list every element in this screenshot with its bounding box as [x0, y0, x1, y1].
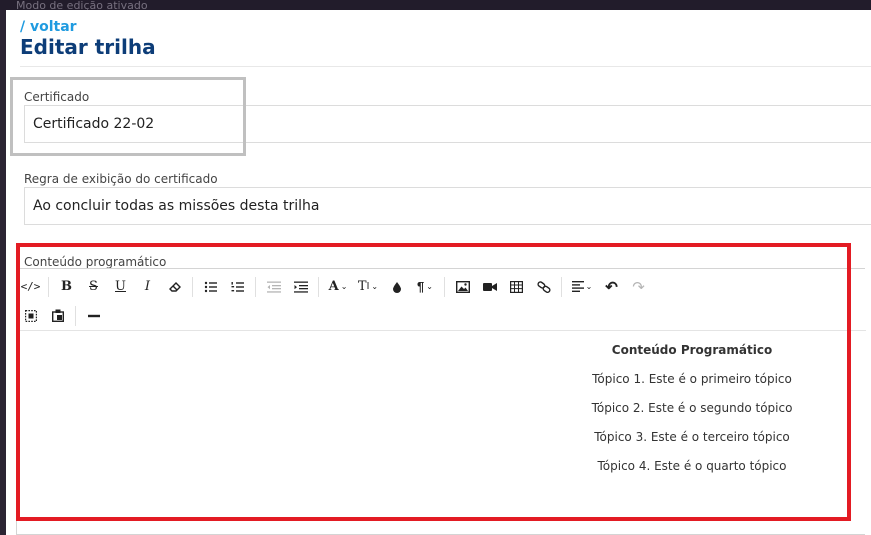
certificate-highlight [10, 77, 246, 156]
back-link[interactable]: / voltar [20, 19, 77, 35]
page-title: Editar trilha [20, 35, 156, 59]
divider [20, 66, 871, 67]
top-bar: Modo de edição ativado [0, 0, 871, 11]
display-rule-select[interactable]: Ao concluir todas as missões desta trilh… [24, 187, 871, 225]
editor-highlight [16, 243, 851, 521]
display-rule-label: Regra de exibição do certificado [24, 172, 218, 186]
